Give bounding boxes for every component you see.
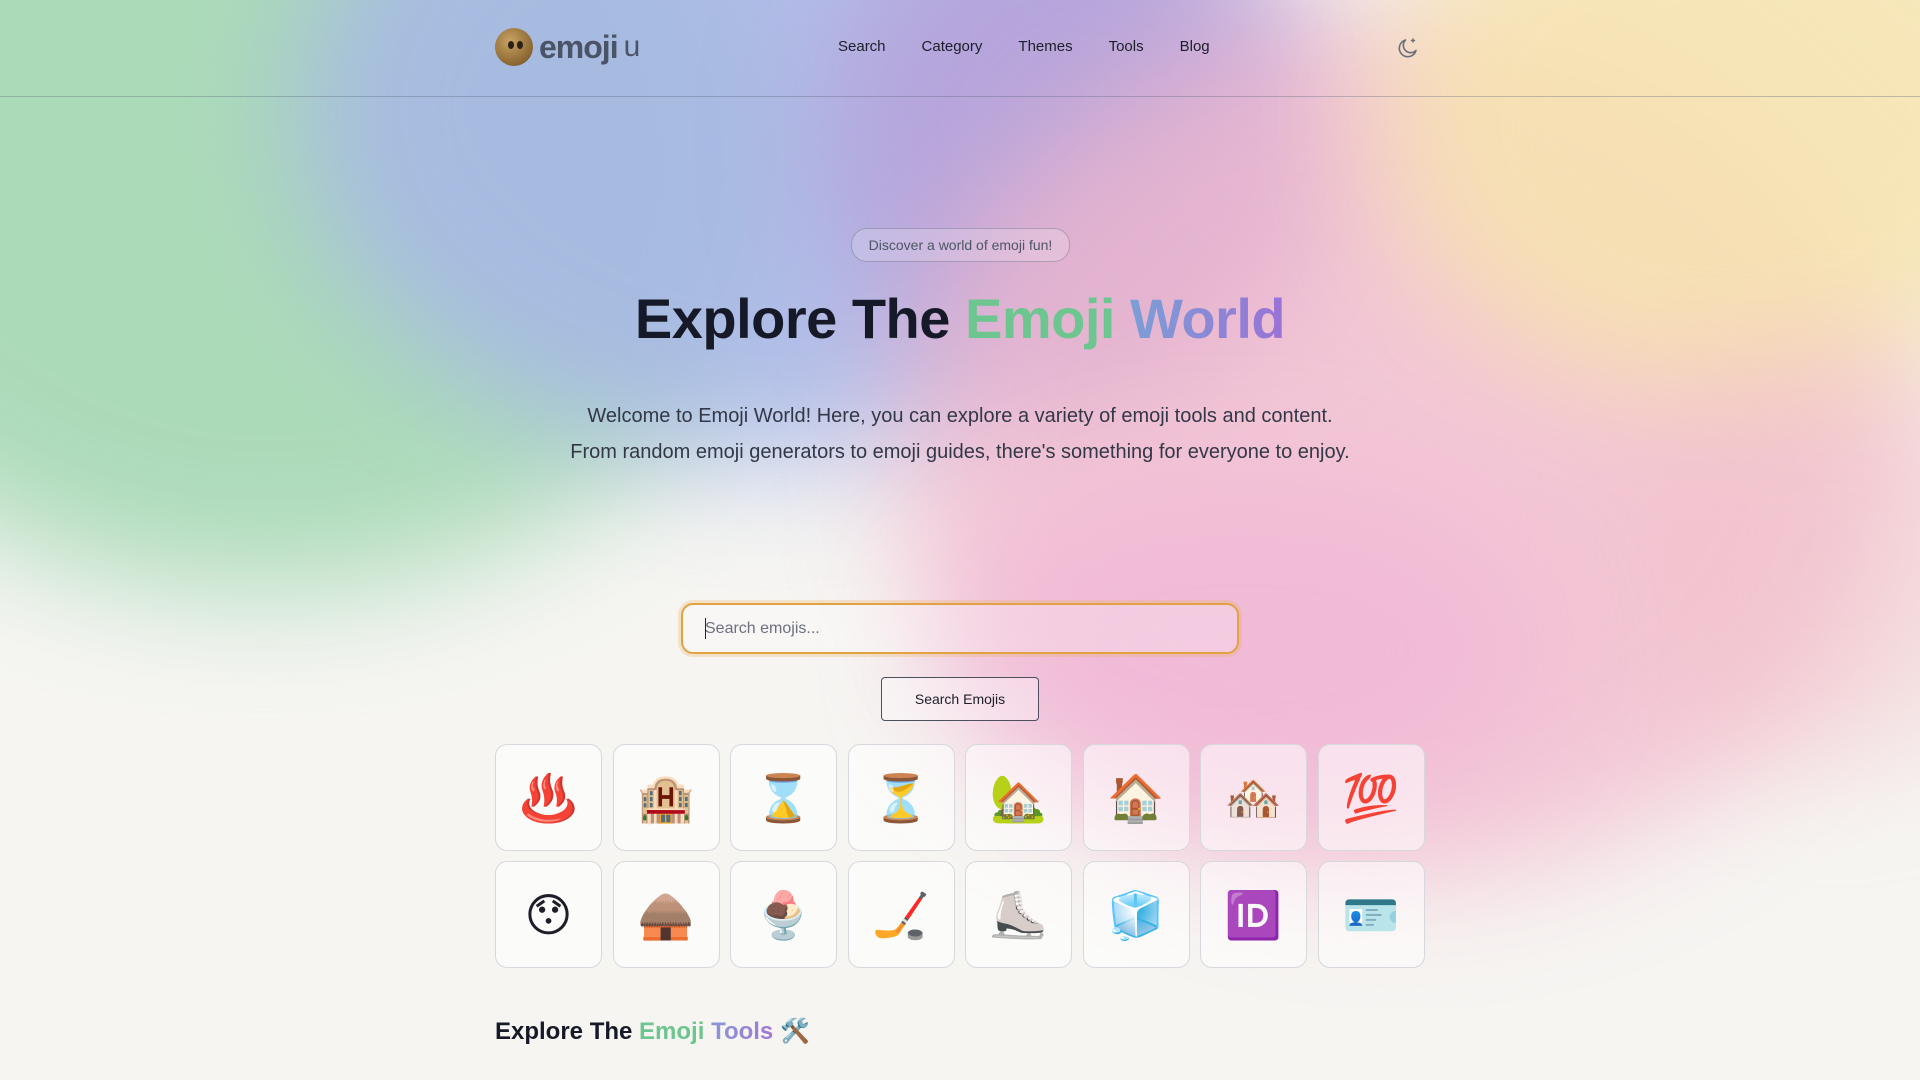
emoji-tile-hundred-points[interactable]: 💯 — [1317, 744, 1425, 851]
nav-blog[interactable]: Blog — [1180, 38, 1210, 55]
nav-category[interactable]: Category — [922, 38, 983, 55]
emoji-tile-house-with-garden[interactable]: 🏡 — [965, 744, 1072, 851]
hero-description: Welcome to Emoji World! Here, you can ex… — [0, 398, 1920, 470]
nav-themes[interactable]: Themes — [1018, 38, 1072, 55]
hero-badge: Discover a world of emoji fun! — [851, 228, 1070, 262]
hero-description-line-2: From random emoji generators to emoji gu… — [570, 441, 1350, 463]
emoji-tile-hourglass-not-done[interactable]: ⏳ — [847, 744, 955, 851]
emoji-tile-hot-springs[interactable]: ♨️ — [495, 744, 602, 851]
tools-title-highlight-tools: Tools — [711, 1018, 774, 1045]
main-content: Discover a world of emoji fun! Explore T… — [0, 0, 1920, 1080]
moon-icon[interactable] — [1396, 36, 1420, 60]
search-box — [681, 603, 1239, 654]
logo-suffix: u — [623, 30, 641, 63]
hero-title-prefix: Explore The — [634, 287, 965, 350]
logo-emoji-icon — [495, 28, 533, 66]
emoji-tile-ice[interactable]: 🧊 — [1082, 861, 1190, 968]
hero-title-highlight-emoji: Emoji — [964, 287, 1115, 350]
tools-title-prefix: Explore The — [495, 1018, 640, 1045]
site-header: emoji u Search Category Themes Tools Blo… — [0, 0, 1920, 97]
logo-text: emoji — [539, 28, 619, 65]
emoji-tile-hut[interactable]: 🛖 — [612, 861, 720, 968]
emoji-tile-ice-skate[interactable]: ⛸️ — [965, 861, 1072, 968]
hero-description-line-1: Welcome to Emoji World! Here, you can ex… — [587, 405, 1333, 427]
emoji-tile-hotel[interactable]: 🏨 — [612, 744, 720, 851]
hero-title-highlight-world: World — [1130, 287, 1286, 350]
emoji-tile-ice-cream[interactable]: 🍨 — [730, 861, 837, 968]
emoji-tile-house[interactable]: 🏠 — [1082, 744, 1190, 851]
main-nav: Search Category Themes Tools Blog — [838, 38, 1246, 55]
emoji-tile-ice-hockey[interactable]: 🏒 — [847, 861, 955, 968]
hero-title: Explore The Emoji World — [0, 286, 1920, 351]
tools-section-title: Explore The Emoji Tools 🛠️ — [495, 1017, 810, 1046]
search-emojis-button[interactable]: Search Emojis — [881, 677, 1039, 721]
emoji-tile-hourglass-done[interactable]: ⌛ — [730, 744, 837, 851]
search-input[interactable] — [683, 605, 1237, 652]
nav-search[interactable]: Search — [838, 38, 886, 55]
logo[interactable]: emoji u — [495, 28, 640, 66]
emoji-tile-hushed-face[interactable]: 😯 — [495, 861, 602, 968]
emoji-tile-identification-card[interactable]: 🪪 — [1317, 861, 1425, 968]
hammer-wrench-icon: 🛠️ — [779, 1018, 810, 1045]
emoji-tile-id-button[interactable]: 🆔 — [1200, 861, 1307, 968]
emoji-grid: ♨️ 🏨 ⌛ ⏳ 🏡 🏠 🏘️ 💯 😯 🛖 🍨 🏒 ⛸️ 🧊 🆔 🪪 — [495, 744, 1425, 968]
nav-tools[interactable]: Tools — [1109, 38, 1144, 55]
emoji-tile-houses[interactable]: 🏘️ — [1200, 744, 1307, 851]
text-cursor — [705, 618, 706, 639]
tools-title-highlight-emoji: Emoji — [639, 1018, 705, 1045]
